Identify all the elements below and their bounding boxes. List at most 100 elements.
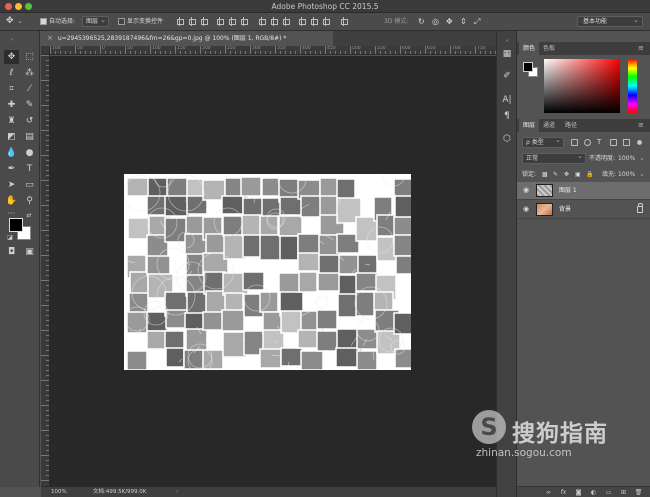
tab-paths[interactable]: 路径: [561, 119, 581, 132]
new-adjustment-layer-icon[interactable]: ◐: [589, 489, 598, 497]
zoom-tool-icon[interactable]: ⚲: [22, 194, 37, 208]
panel-menu-icon[interactable]: ≡: [634, 119, 648, 132]
saturation-brightness-field[interactable]: [544, 59, 620, 113]
brush-tool-icon[interactable]: ✎: [22, 98, 37, 112]
document-size-info[interactable]: 文档:499.5K/999.0K: [93, 487, 146, 497]
layer-name[interactable]: 图层 1: [559, 182, 577, 200]
show-transform-checkbox[interactable]: 显示变换控件: [118, 16, 163, 27]
eyedropper-tool-icon[interactable]: ⁄: [22, 82, 37, 96]
distribute-horizontal-center-icon[interactable]: [310, 17, 318, 26]
align-right-icon[interactable]: [240, 17, 248, 26]
3d-rotate-icon[interactable]: ↻: [418, 16, 425, 27]
lasso-tool-icon[interactable]: ℓ: [4, 66, 19, 80]
tab-color[interactable]: 颜色: [519, 42, 540, 55]
tab-layers[interactable]: 图层: [519, 119, 540, 132]
close-document-icon[interactable]: ×: [47, 34, 53, 42]
history-panel-icon[interactable]: ▦: [500, 47, 514, 61]
hue-slider[interactable]: [628, 59, 637, 113]
ruler-origin[interactable]: [41, 46, 50, 55]
filter-smart-object-icon[interactable]: [623, 139, 630, 146]
3d-roll-icon[interactable]: ◎: [432, 16, 439, 27]
brushes-panel-icon[interactable]: ✐: [500, 69, 514, 83]
pen-tool-icon[interactable]: ✒: [4, 162, 19, 176]
add-mask-icon[interactable]: ◙: [574, 489, 583, 497]
lock-pixels-icon[interactable]: ✎: [553, 169, 558, 180]
lock-transparent-icon[interactable]: ▩: [542, 169, 548, 180]
workspace-dropdown[interactable]: 基本功能: [577, 15, 643, 27]
zoom-level[interactable]: 100%: [51, 487, 67, 497]
rectangle-tool-icon[interactable]: ▭: [22, 178, 37, 192]
vertical-ruler[interactable]: [41, 55, 50, 486]
tab-channels[interactable]: 通道: [539, 119, 559, 132]
new-layer-icon[interactable]: ⊞: [619, 489, 628, 497]
align-top-icon[interactable]: [176, 17, 184, 26]
visibility-eye-icon[interactable]: ◉: [522, 205, 530, 214]
filter-shape-icon[interactable]: [610, 139, 617, 146]
swap-colors-icon[interactable]: ⇄: [24, 211, 34, 221]
tab-swatches[interactable]: 色板: [539, 42, 559, 55]
opacity-value[interactable]: 100%: [618, 153, 635, 164]
lock-all-icon[interactable]: 🔒: [586, 169, 593, 180]
auto-select-target-dropdown[interactable]: 图层: [82, 15, 110, 27]
move-tool-icon[interactable]: ✥: [4, 50, 19, 64]
layer-row-layer-1[interactable]: ◉ 图层 1: [517, 182, 650, 200]
path-selection-tool-icon[interactable]: ➤: [4, 178, 19, 192]
canvas-area[interactable]: [50, 56, 496, 486]
magic-wand-tool-icon[interactable]: ⁂: [22, 66, 37, 80]
align-horizontal-center-icon[interactable]: [228, 17, 236, 26]
blur-tool-icon[interactable]: 💧: [4, 146, 19, 160]
status-menu-chevron-icon[interactable]: ›: [176, 487, 178, 497]
align-bottom-icon[interactable]: [200, 17, 208, 26]
3d-scale-icon[interactable]: ⤢: [474, 16, 480, 27]
type-tool-icon[interactable]: T: [22, 162, 37, 176]
quick-mask-icon[interactable]: ◘: [4, 245, 19, 259]
auto-align-layers-icon[interactable]: [340, 17, 348, 26]
fill-chevron-icon[interactable]: ⌄: [639, 169, 645, 180]
history-brush-tool-icon[interactable]: ↺: [22, 114, 37, 128]
auto-select-checkbox[interactable]: 自动选择:: [40, 16, 75, 27]
fill-value[interactable]: 100%: [618, 169, 635, 180]
layer-row-background[interactable]: ◉ 背景: [517, 201, 650, 219]
paragraph-panel-icon[interactable]: ¶: [500, 109, 514, 123]
character-panel-icon[interactable]: A|: [500, 93, 514, 107]
layer-filter-dropdown[interactable]: ρ 类型: [522, 136, 564, 148]
lock-position-icon[interactable]: ✥: [564, 169, 569, 180]
document-image[interactable]: [124, 174, 411, 370]
move-tool-icon[interactable]: ✥: [6, 16, 14, 27]
default-colors-icon[interactable]: ◪: [5, 233, 15, 243]
3d-panel-icon[interactable]: ⬡: [500, 132, 514, 146]
dodge-tool-icon[interactable]: ●: [22, 146, 37, 160]
horizontal-ruler[interactable]: 100 50 0 50 100 150 200 250 300 350 400 450 500 550 60…: [50, 46, 496, 55]
align-vertical-center-icon[interactable]: [188, 17, 196, 26]
foreground-color-swatch[interactable]: [9, 218, 23, 232]
align-left-icon[interactable]: [216, 17, 224, 26]
filter-type-icon[interactable]: T: [597, 139, 604, 146]
link-layers-icon[interactable]: ∞: [544, 489, 553, 497]
3d-drag-icon[interactable]: ✥: [446, 16, 453, 27]
layer-style-icon[interactable]: fx: [559, 489, 568, 497]
3d-slide-icon[interactable]: ⇕: [460, 16, 467, 27]
delete-layer-icon[interactable]: 🗑: [634, 489, 643, 497]
opacity-chevron-icon[interactable]: ⌄: [639, 153, 645, 164]
hand-tool-icon[interactable]: ✋: [4, 194, 19, 208]
distribute-top-icon[interactable]: [258, 17, 266, 26]
distribute-right-icon[interactable]: [322, 17, 330, 26]
color-panel-foreground-swatch[interactable]: [523, 62, 533, 72]
layer-name[interactable]: 背景: [559, 201, 571, 219]
crop-tool-icon[interactable]: ⌗: [4, 82, 19, 96]
screen-mode-icon[interactable]: ▣: [22, 245, 37, 259]
distribute-left-icon[interactable]: [298, 17, 306, 26]
eraser-tool-icon[interactable]: ◩: [4, 130, 19, 144]
healing-brush-tool-icon[interactable]: ✚: [4, 98, 19, 112]
clone-stamp-tool-icon[interactable]: ♜: [4, 114, 19, 128]
tool-preset-chevron-icon[interactable]: ⌄: [17, 16, 23, 27]
new-group-icon[interactable]: ▭: [604, 489, 613, 497]
lock-artboard-icon[interactable]: ▣: [575, 169, 581, 180]
gradient-tool-icon[interactable]: ▤: [22, 130, 37, 144]
blend-mode-dropdown[interactable]: 正常: [522, 152, 586, 164]
filter-toggle-icon[interactable]: [637, 140, 642, 145]
collapse-strip-icon[interactable]: «: [500, 34, 514, 48]
document-tab[interactable]: × u=2945396525,2839187496&fm=26&gp=0.jpg …: [41, 31, 333, 46]
distribute-bottom-icon[interactable]: [282, 17, 290, 26]
filter-pixel-icon[interactable]: [571, 139, 578, 146]
